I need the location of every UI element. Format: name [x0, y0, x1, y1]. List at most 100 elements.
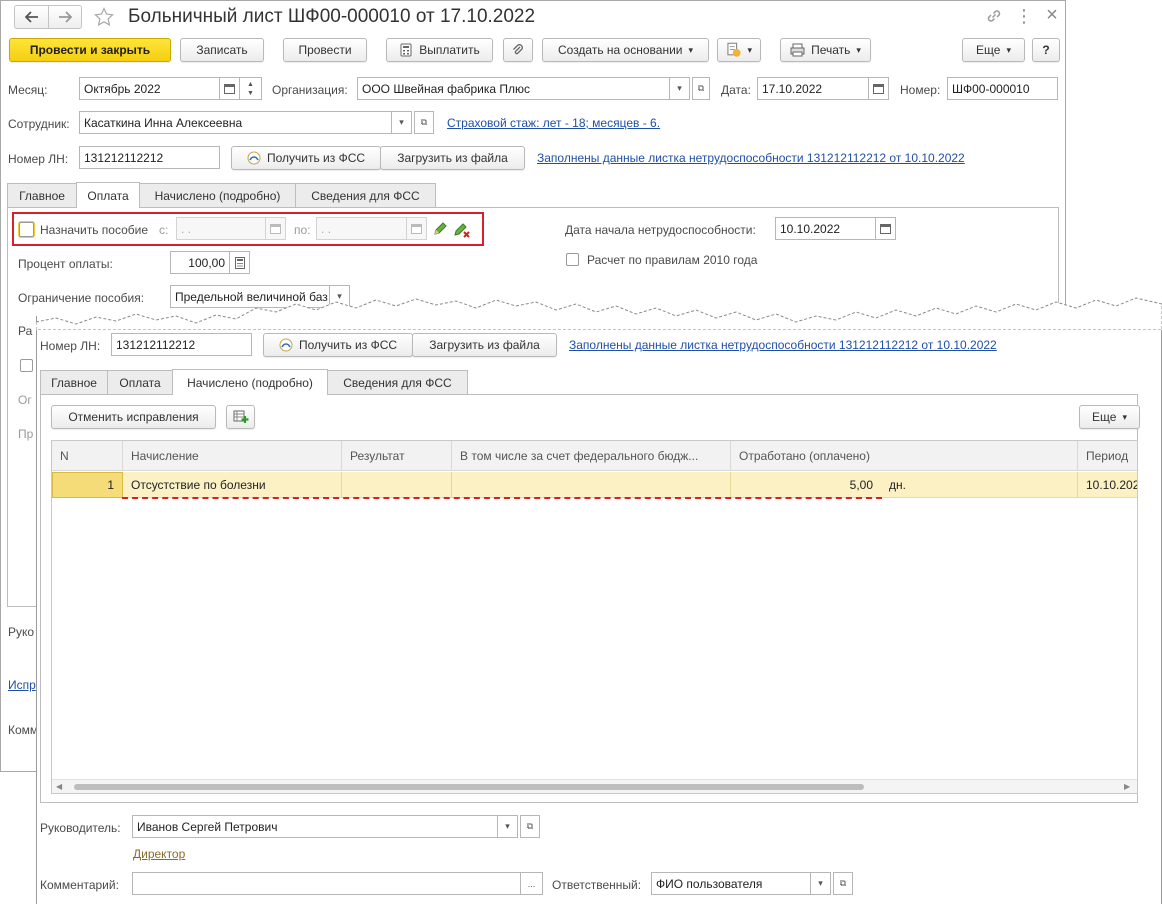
employee-open-button[interactable]: ⧉: [414, 111, 434, 134]
window-title: Больничный лист ШФ00-000010 от 17.10.202…: [128, 6, 536, 27]
front-tab-main[interactable]: Главное: [40, 370, 108, 394]
more-button[interactable]: Еще ▾: [962, 38, 1025, 62]
organization-dropdown[interactable]: ▾: [670, 77, 690, 100]
date-label: Дата:: [721, 83, 751, 97]
month-label: Месяц:: [8, 83, 48, 97]
load-from-file-button[interactable]: Загрузить из файла: [380, 146, 525, 170]
date-field[interactable]: 17.10.2022: [757, 77, 869, 100]
col-header-worked[interactable]: Отработано (оплачено): [731, 441, 1078, 471]
nav-back-button[interactable]: [14, 5, 48, 29]
nav-forward-button[interactable]: [48, 5, 82, 29]
col-header-n[interactable]: N: [52, 441, 123, 471]
scroll-right-arrow[interactable]: ▶: [1124, 782, 1130, 791]
insurance-experience-link[interactable]: Страховой стаж: лет - 18; месяцев - 6.: [447, 116, 660, 130]
window-close-button[interactable]: ×: [1042, 4, 1062, 26]
responsible-open-button[interactable]: ⧉: [833, 872, 853, 895]
calendar-icon: [411, 224, 422, 234]
print-label: Печать: [811, 43, 851, 57]
post-and-close-button[interactable]: Провести и закрыть: [9, 38, 171, 62]
post-button[interactable]: Провести: [283, 38, 367, 62]
back-tab-fss-info[interactable]: Сведения для ФСС: [295, 183, 436, 207]
comment-label: Комментарий:: [40, 878, 119, 892]
back-tab-accrued-detail[interactable]: Начислено (подробно): [139, 183, 296, 207]
col-header-accrual[interactable]: Начисление: [123, 441, 342, 471]
date-calendar-button[interactable]: [869, 77, 889, 100]
manager-open-button[interactable]: ⧉: [520, 815, 540, 838]
hidden-comment-label: Комм: [8, 723, 39, 737]
month-spinner[interactable]: ▲ ▼: [240, 77, 262, 100]
month-field[interactable]: Октябрь 2022: [79, 77, 220, 100]
hidden-row-checkbox[interactable]: [20, 359, 33, 372]
pay-button[interactable]: Выплатить: [386, 38, 493, 62]
chevron-down-icon: ▾: [856, 44, 861, 55]
favorite-button[interactable]: [92, 5, 116, 29]
save-button[interactable]: Записать: [180, 38, 264, 62]
manager-dropdown[interactable]: ▾: [498, 815, 518, 838]
manager-position-link[interactable]: Директор: [133, 847, 185, 861]
organization-field[interactable]: ООО Швейная фабрика Плюс: [357, 77, 670, 100]
front-get-from-fss-button[interactable]: Получить из ФСС: [263, 333, 413, 357]
add-row-button[interactable]: [226, 405, 255, 429]
row-underline-annotation: [122, 497, 882, 499]
cancel-corrections-button[interactable]: Отменить исправления: [51, 405, 216, 429]
window-menu-button[interactable]: ⋮: [1014, 5, 1034, 27]
assign-benefit-checkbox[interactable]: [19, 222, 34, 237]
cell-period: 10.10.2022: [1086, 478, 1137, 492]
back-tab-main[interactable]: Главное: [7, 183, 77, 207]
front-tab-accrued-detail[interactable]: Начислено (подробно): [172, 369, 328, 395]
employee-field[interactable]: Касаткина Инна Алексеевна: [79, 111, 392, 134]
col-header-federal[interactable]: В том числе за счет федерального бюдж...: [452, 441, 731, 471]
benefit-to-calendar[interactable]: [407, 217, 427, 240]
horizontal-scrollbar[interactable]: ◀ ▶: [52, 779, 1137, 793]
print-button[interactable]: Печать ▾: [780, 38, 871, 62]
table-row[interactable]: 1 Отсустствие по болезни 5,00 дн. 10.10.…: [52, 472, 1137, 498]
number-field[interactable]: ШФ00-000010: [947, 77, 1058, 100]
hidden-correction-link[interactable]: Испр: [8, 678, 36, 692]
benefit-to-field[interactable]: . .: [316, 217, 407, 240]
attach-button[interactable]: [503, 38, 533, 62]
arrow-left-icon: [24, 11, 38, 23]
filled-data-link[interactable]: Заполнены данные листка нетрудоспособнос…: [537, 151, 965, 165]
manager-field[interactable]: Иванов Сергей Петрович: [132, 815, 498, 838]
benefit-from-calendar[interactable]: [266, 217, 286, 240]
payment-percent-calc-button[interactable]: [230, 251, 250, 274]
manager-label: Руководитель:: [40, 821, 121, 835]
front-ln-number-field[interactable]: 131212112212: [111, 333, 252, 356]
organization-open-button[interactable]: ⧉: [692, 77, 710, 100]
cancel-edit-button[interactable]: [453, 221, 471, 239]
front-tab-fss-info[interactable]: Сведения для ФСС: [327, 370, 468, 394]
edit-pencil-button[interactable]: [432, 221, 448, 237]
front-ln-number-label: Номер ЛН:: [40, 339, 101, 353]
responsible-dropdown[interactable]: ▾: [811, 872, 831, 895]
report-menu-button[interactable]: ▾: [717, 38, 761, 62]
disability-start-calendar[interactable]: [876, 217, 896, 240]
front-load-from-file-button[interactable]: Загрузить из файла: [412, 333, 557, 357]
scroll-left-arrow[interactable]: ◀: [56, 782, 62, 791]
number-label: Номер:: [900, 83, 941, 97]
responsible-label: Ответственный:: [552, 878, 642, 892]
col-header-period[interactable]: Период: [1078, 441, 1137, 471]
get-from-fss-button[interactable]: Получить из ФСС: [231, 146, 381, 170]
responsible-field[interactable]: ФИО пользователя: [651, 872, 811, 895]
rules-2010-checkbox[interactable]: [566, 253, 579, 266]
benefit-from-field[interactable]: . .: [176, 217, 266, 240]
copy-link-button[interactable]: [984, 6, 1004, 26]
front-more-button[interactable]: Еще ▾: [1079, 405, 1140, 429]
comment-field[interactable]: [132, 872, 521, 895]
disability-start-field[interactable]: 10.10.2022: [775, 217, 876, 240]
front-filled-data-link[interactable]: Заполнены данные листка нетрудоспособнос…: [569, 338, 997, 352]
comment-expand-button[interactable]: ...: [521, 872, 543, 895]
chevron-down-icon: ▾: [1122, 411, 1127, 422]
ln-number-field[interactable]: 131212112212: [79, 146, 220, 169]
col-header-result[interactable]: Результат: [342, 441, 452, 471]
front-tab-payment[interactable]: Оплата: [107, 370, 173, 394]
create-based-on-button[interactable]: Создать на основании ▾: [542, 38, 709, 62]
help-button[interactable]: ?: [1032, 38, 1060, 62]
link-icon: [987, 10, 1001, 22]
table-header: N Начисление Результат В том числе за сч…: [52, 441, 1137, 471]
scroll-thumb[interactable]: [74, 784, 864, 790]
employee-dropdown[interactable]: ▾: [392, 111, 412, 134]
payment-percent-field[interactable]: 100,00: [170, 251, 230, 274]
month-calendar-button[interactable]: [220, 77, 240, 100]
back-tab-payment[interactable]: Оплата: [76, 182, 140, 208]
